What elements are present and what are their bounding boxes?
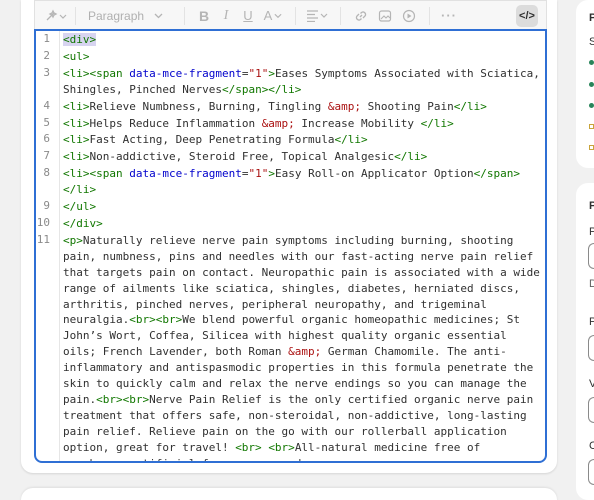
product-type-label: P (589, 226, 594, 238)
toolbar-divider (340, 6, 341, 25)
code-text: </div> (63, 216, 103, 230)
code-lines: 1 <div> 2 <ul> 3 <li><span data-mce-fragment=… (36, 31, 547, 461)
line-number: 6 (43, 132, 50, 146)
code-line[interactable]: 8 <li><span data-mce-fragment="1">Easy Ro… (36, 165, 545, 199)
code-text: <li>Relieve Numbness, Burning, Tingling … (63, 99, 487, 113)
tags-input[interactable] (588, 459, 594, 485)
code-text: <div> (63, 33, 97, 46)
chevron-down-icon (154, 13, 163, 18)
gutter-divider (54, 47, 60, 65)
code-text: <li>Fast Acting, Deep Penetrating Formul… (63, 133, 368, 147)
format-select-label: Paragraph (88, 8, 145, 23)
line-number: 4 (43, 98, 50, 112)
video-icon[interactable] (397, 5, 421, 27)
gutter-divider (54, 198, 60, 215)
code-line[interactable]: 11 <p>Naturally relieve nerve pain sympto… (36, 231, 547, 461)
code-line[interactable]: 6 <li>Fast Acting, Deep Penetrating Formu… (36, 131, 545, 149)
line-number: 3 (43, 65, 50, 79)
channel-active-dot (589, 82, 594, 87)
vendor-input[interactable] (588, 335, 594, 361)
code-text: <p>Naturally relieve nerve pain symptoms… (63, 233, 547, 461)
code-text: <li>Helps Reduce Inflammation &amp; Incr… (63, 116, 454, 130)
vendor-label: P (589, 316, 594, 328)
collections-input[interactable] (588, 397, 594, 423)
toolbar-divider (184, 6, 185, 25)
html-code-editor[interactable]: 1 <div> 2 <ul> 3 <li><span data-mce-fragment=… (34, 29, 547, 463)
line-number: 8 (43, 166, 50, 180)
gutter-divider (54, 148, 60, 166)
toolbar-divider (429, 6, 430, 25)
toolbar-divider (295, 6, 296, 25)
italic-icon[interactable]: I (215, 5, 237, 27)
code-line[interactable]: 10 </div> (36, 214, 545, 232)
gutter-divider (54, 114, 60, 132)
tags-label: C (589, 440, 594, 452)
line-number: 11 (36, 232, 50, 246)
align-icon[interactable] (304, 5, 332, 27)
collections-label: V (589, 378, 594, 390)
gutter-divider (54, 131, 60, 149)
editor-toolbar: Paragraph B I U A ··· </> (34, 0, 547, 30)
code-line[interactable]: 1 <div> (36, 31, 545, 48)
code-line[interactable]: 7 <li>Non-addictive, Steroid Free, Topica… (36, 148, 545, 166)
code-view-button[interactable]: </> (516, 5, 538, 27)
code-text: <li>Non-addictive, Steroid Free, Topical… (63, 150, 428, 164)
gutter-divider (54, 214, 60, 232)
channel-inactive-icon (589, 145, 594, 150)
text-color-icon[interactable]: A (259, 5, 287, 27)
line-number: 9 (43, 199, 50, 213)
line-number: 10 (36, 215, 50, 229)
next-card (21, 488, 557, 500)
code-line[interactable]: 4 <li>Relieve Numbness, Burning, Tingling… (36, 97, 545, 115)
channel-inactive-icon (589, 124, 594, 129)
code-text: <li><span data-mce-fragment="1">Eases Sy… (63, 66, 547, 96)
toolbar-divider (75, 6, 76, 25)
magic-icon[interactable] (45, 5, 67, 27)
bold-icon[interactable]: B (193, 5, 215, 27)
more-icon[interactable]: ··· (438, 5, 460, 27)
code-line[interactable]: 9 </ul> (36, 198, 545, 215)
organization-heading: P (589, 200, 594, 212)
code-text: <ul> (63, 49, 90, 63)
link-icon[interactable] (349, 5, 373, 27)
code-line[interactable]: 5 <li>Helps Reduce Inflammation &amp; Inc… (36, 114, 545, 132)
code-line[interactable]: 3 <li><span data-mce-fragment="1">Eases S… (36, 64, 547, 98)
channel-active-dot (589, 60, 594, 65)
gutter-divider (54, 165, 60, 199)
line-number: 2 (43, 48, 50, 62)
sales-channels-label: S (589, 36, 594, 48)
gutter-divider (54, 231, 60, 461)
code-text: <li><span data-mce-fragment="1">Easy Rol… (63, 167, 520, 197)
underline-icon[interactable]: U (237, 5, 259, 27)
gutter-divider (54, 64, 60, 98)
line-number: 5 (43, 115, 50, 129)
product-type-help: D (589, 278, 594, 290)
gutter-divider (54, 31, 60, 48)
gutter-divider (54, 97, 60, 115)
format-select[interactable]: Paragraph (84, 5, 176, 27)
code-text: </ul> (63, 200, 97, 214)
product-type-input[interactable] (588, 243, 594, 269)
image-icon[interactable] (373, 5, 397, 27)
status-card-heading: P (589, 12, 594, 24)
channel-active-dot (589, 103, 594, 108)
line-number: 1 (43, 32, 50, 45)
code-line[interactable]: 2 <ul> (36, 47, 545, 65)
line-number: 7 (43, 149, 50, 163)
